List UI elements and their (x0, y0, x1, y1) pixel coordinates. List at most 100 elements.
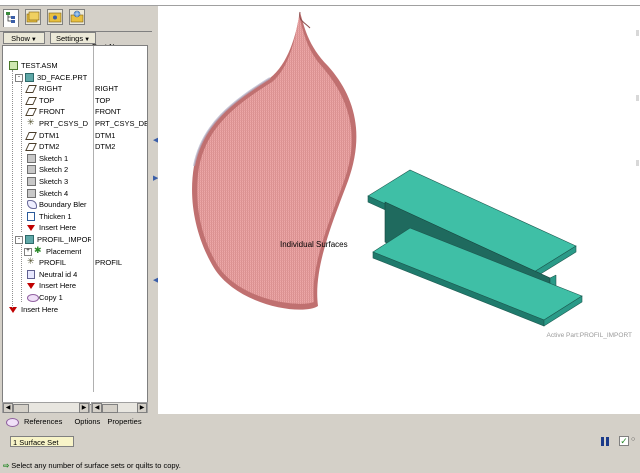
tree-item-label: FRONT (39, 107, 65, 117)
neutral-icon (27, 269, 35, 279)
insert-here-icon (9, 306, 17, 313)
folder-browser-tab-icon[interactable] (25, 9, 41, 25)
tree-item-label: Sketch 3 (39, 177, 69, 186)
accept-check-icon[interactable]: ✓ (619, 436, 629, 446)
pause-icon[interactable] (601, 437, 609, 446)
tab-references[interactable]: References (6, 417, 67, 427)
tree-item[interactable]: TEST.ASM (3, 60, 147, 71)
viewport-right-edge (634, 10, 640, 414)
tree-item-label: PRT_CSYS_D (39, 119, 89, 128)
tree-item[interactable]: Sketch 4 (3, 188, 147, 199)
tab-properties[interactable]: Properties (107, 417, 141, 426)
tree-item-label: TEST.ASM (21, 61, 58, 70)
scroll-thumb[interactable] (13, 404, 29, 413)
thicken-surface-model[interactable] (192, 11, 357, 310)
tree-item-label: DTM2 (39, 142, 60, 152)
tree-connector (21, 245, 22, 302)
tree-item[interactable]: Sketch 2 (3, 164, 147, 175)
insert-here-icon (27, 225, 35, 232)
tree-item[interactable]: DTM1 DTM1 (3, 130, 147, 141)
surface-set-collector[interactable]: 1 Surface Set (10, 436, 74, 447)
tree-item-label: PROFIL (39, 258, 67, 268)
active-part-label: Active Part:PROFIL_IMPORT (546, 332, 632, 339)
scroll-thumb[interactable] (102, 404, 118, 413)
tree-item[interactable]: Thicken 1 (3, 211, 147, 222)
dropdown-arrow-icon: ▼ (30, 37, 37, 43)
tree-item-label: Insert Here (39, 223, 77, 233)
tree-item[interactable]: ✳ PROFIL PROFIL (3, 256, 147, 268)
boundary-blend-icon (27, 200, 37, 210)
prompt-arrow-icon: ⇨ (3, 461, 10, 470)
model-tree-tab-icon[interactable] (3, 9, 19, 27)
tree-item[interactable]: Insert Here (3, 304, 147, 315)
feat-horizontal-scrollbar[interactable]: ◀ ▶ (91, 402, 148, 413)
tree-item-feat-name: PRT_CSYS_DEF (95, 119, 147, 128)
datum-plane-icon (25, 85, 37, 94)
tree-item[interactable]: TOP TOP (3, 95, 147, 106)
tree-item-label: DTM1 (39, 130, 60, 140)
tree-item[interactable]: - 3D_FACE.PRT (3, 72, 147, 83)
expand-icon[interactable]: + (24, 247, 32, 256)
tree-item[interactable]: RIGHT RIGHT (3, 83, 147, 94)
dropdown-arrow-icon: ▼ (84, 37, 91, 43)
status-message: Select any number of surface sets or qui… (11, 461, 181, 470)
tree-connector (21, 82, 22, 232)
tree-item[interactable]: FRONT FRONT (3, 106, 147, 117)
csys-icon: ✳ (27, 256, 35, 267)
i-beam-profile-model[interactable] (367, 169, 583, 327)
graphics-viewport[interactable]: Individual Surfaces Active Part:PROFIL_I… (158, 6, 640, 414)
tree-item-label: Placement (46, 246, 82, 256)
thicken-icon (27, 211, 35, 221)
datum-plane-icon (25, 96, 37, 105)
tree-item-label: Copy 1 (39, 293, 63, 302)
scroll-right-icon[interactable]: ▶ (137, 403, 147, 413)
scroll-left-icon[interactable]: ◀ (92, 403, 102, 413)
tree-item[interactable]: Insert Here (3, 222, 147, 233)
tree-item[interactable]: DTM2 DTM2 (3, 141, 147, 152)
scroll-right-icon[interactable]: ▶ (79, 403, 89, 413)
favorites-tab-icon[interactable] (47, 9, 63, 25)
tree-item-feat-name: DTM1 (95, 130, 116, 140)
cancel-icon[interactable]: ○ (631, 436, 640, 446)
part-icon (25, 72, 34, 82)
scroll-left-icon[interactable]: ◀ (3, 403, 13, 413)
tree-item-feat-name: FRONT (95, 107, 121, 117)
surface-set-icon (6, 417, 19, 427)
collapse-icon[interactable]: - (15, 73, 23, 82)
connections-tab-icon[interactable] (69, 9, 85, 25)
tree-item[interactable]: Copy 1 (3, 292, 147, 303)
tree-item[interactable]: + ✱ Placement (3, 245, 147, 257)
individual-surfaces-label: Individual Surfaces (280, 240, 348, 249)
tree-item-label: Neutral id 4 (39, 269, 78, 279)
datum-plane-icon (25, 108, 37, 117)
tree-connector (12, 82, 13, 308)
sketch-icon (27, 177, 36, 186)
tree-item-feat-name: PROFIL (95, 258, 123, 268)
tree-horizontal-scrollbar[interactable]: ◀ ▶ (2, 402, 90, 413)
sketch-icon (27, 165, 36, 175)
tree-connector (12, 70, 13, 82)
tree-item[interactable]: ✳ PRT_CSYS_D PRT_CSYS_DEF (3, 117, 147, 129)
insert-here-icon (27, 283, 35, 290)
settings-menu-button[interactable]: Settings▼ (50, 32, 96, 44)
tree-item-feat-name: DTM2 (95, 142, 116, 152)
tree-item[interactable]: Sketch 1 (3, 153, 147, 164)
tree-item-label: TOP (39, 95, 55, 105)
assembly-icon (9, 61, 18, 70)
model-tree[interactable]: TEST.ASM -3D_FACE.PRT RIGHT RIGHT TOP TOP FRON… (2, 45, 148, 405)
tree-item[interactable]: Boundary Bler (3, 199, 147, 210)
tree-item[interactable]: Insert Here (3, 280, 147, 291)
datum-plane-icon (25, 143, 37, 152)
tree-item-label: Boundary Bler (39, 200, 87, 210)
part-icon (25, 235, 34, 244)
tree-item-label: Sketch 2 (39, 165, 69, 175)
tree-item-label: Thicken 1 (39, 211, 72, 221)
collapse-icon[interactable]: - (15, 236, 23, 244)
tree-item-feat-name: RIGHT (95, 84, 119, 94)
tree-item[interactable]: Neutral id 4 (3, 269, 147, 280)
show-menu-button[interactable]: Show▼ (3, 32, 45, 44)
tree-item[interactable]: Sketch 3 (3, 176, 147, 187)
model-tree-panel: Show▼ Settings▼ Feat Name TEST.ASM-3D_FA… (0, 6, 152, 414)
tab-options[interactable]: Options (74, 417, 100, 426)
tree-item[interactable]: - PROFIL_IMPORT (3, 234, 147, 245)
